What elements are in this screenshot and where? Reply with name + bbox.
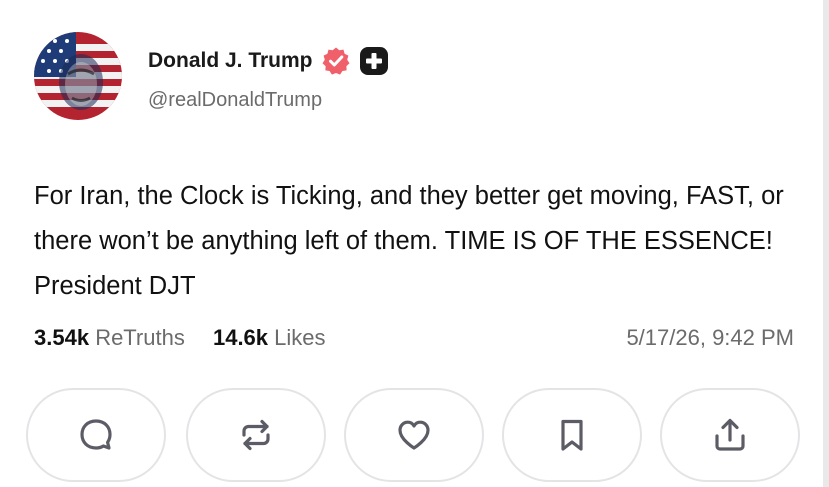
truth-plus-icon	[359, 47, 388, 75]
author-display-name[interactable]: Donald J. Trump	[148, 49, 313, 73]
bookmark-button[interactable]	[502, 388, 642, 482]
retruth-icon	[242, 419, 270, 451]
bookmark-icon	[561, 419, 583, 451]
avatar-image	[34, 32, 122, 120]
like-button[interactable]	[344, 388, 484, 482]
post-stats: 3.54k ReTruths 14.6k Likes	[34, 325, 326, 351]
post-timestamp: 5/17/26, 9:42 PM	[626, 325, 794, 350]
verified-badge-icon	[322, 47, 350, 75]
avatar[interactable]	[34, 32, 122, 120]
author-handle[interactable]: @realDonaldTrump	[148, 89, 322, 112]
reply-icon	[80, 419, 112, 450]
window-edge	[823, 0, 829, 487]
retruths-count: 3.54k	[34, 325, 90, 350]
author-name-row: Donald J. Trump	[148, 46, 389, 76]
likes-label: Likes	[274, 325, 326, 350]
retruths-label: ReTruths	[95, 325, 185, 350]
heart-icon	[398, 420, 430, 450]
post-text: For Iran, the Clock is Ticking, and they…	[34, 182, 784, 300]
retruths-stat[interactable]: 3.54k ReTruths	[34, 325, 185, 350]
share-button[interactable]	[660, 388, 800, 482]
likes-count: 14.6k	[212, 325, 269, 350]
retruth-button[interactable]	[186, 388, 326, 482]
reply-button[interactable]	[26, 388, 166, 482]
likes-stat[interactable]: 14.6k Likes	[213, 325, 326, 350]
share-icon	[715, 418, 745, 451]
